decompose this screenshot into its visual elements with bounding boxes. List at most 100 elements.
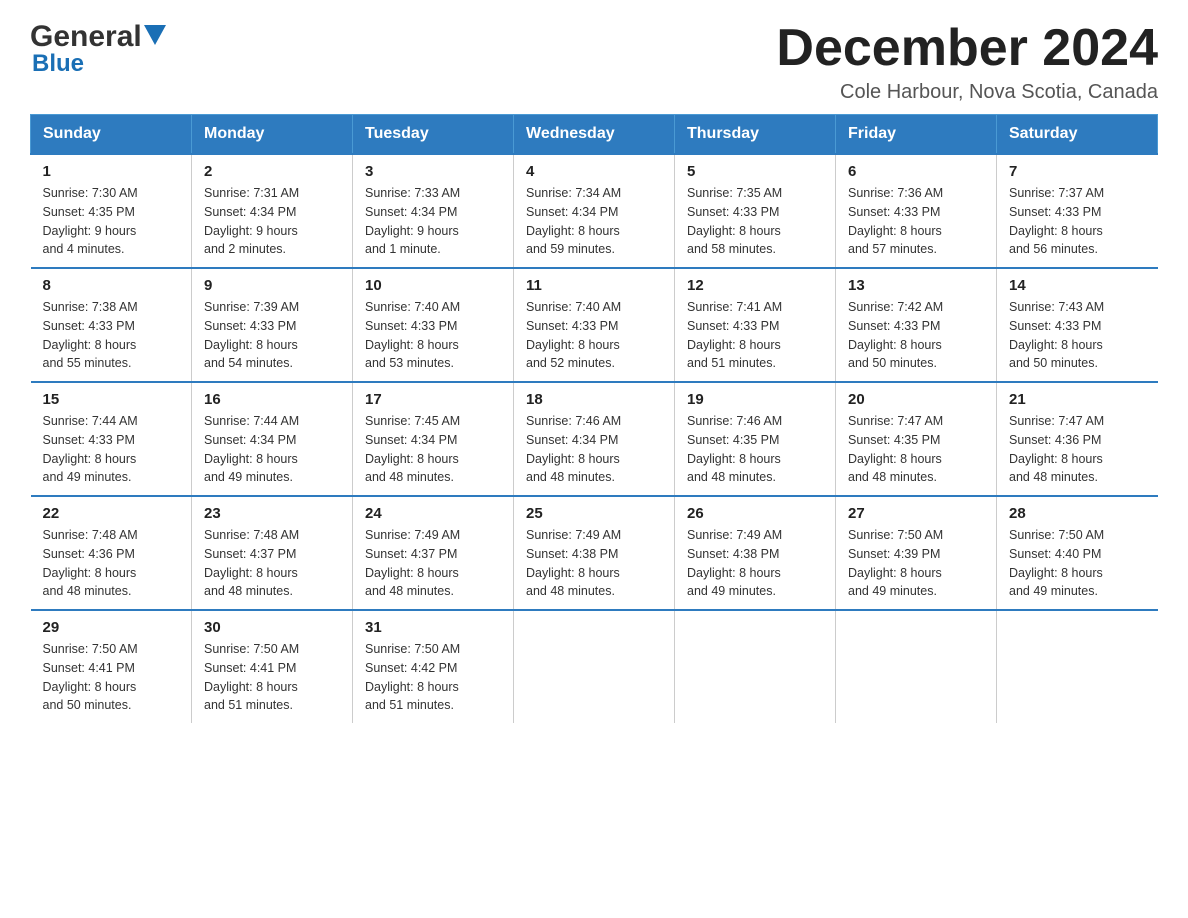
logo-general: General [30, 20, 166, 54]
day-number: 25 [526, 505, 662, 522]
day-number: 21 [1009, 391, 1146, 408]
header-saturday: Saturday [997, 115, 1158, 155]
day-number: 10 [365, 277, 501, 294]
day-info: Sunrise: 7:50 AM Sunset: 4:41 PM Dayligh… [43, 640, 180, 715]
logo-triangle-icon [144, 25, 166, 45]
day-info: Sunrise: 7:33 AM Sunset: 4:34 PM Dayligh… [365, 184, 501, 259]
day-number: 24 [365, 505, 501, 522]
day-info: Sunrise: 7:46 AM Sunset: 4:35 PM Dayligh… [687, 412, 823, 487]
day-info: Sunrise: 7:46 AM Sunset: 4:34 PM Dayligh… [526, 412, 662, 487]
day-info: Sunrise: 7:47 AM Sunset: 4:36 PM Dayligh… [1009, 412, 1146, 487]
day-number: 16 [204, 391, 340, 408]
location-subtitle: Cole Harbour, Nova Scotia, Canada [776, 81, 1158, 104]
day-number: 20 [848, 391, 984, 408]
calendar-cell: 15 Sunrise: 7:44 AM Sunset: 4:33 PM Dayl… [31, 382, 192, 496]
day-number: 22 [43, 505, 180, 522]
day-number: 11 [526, 277, 662, 294]
calendar-cell: 8 Sunrise: 7:38 AM Sunset: 4:33 PM Dayli… [31, 268, 192, 382]
day-info: Sunrise: 7:40 AM Sunset: 4:33 PM Dayligh… [526, 298, 662, 373]
day-number: 28 [1009, 505, 1146, 522]
calendar-week-2: 8 Sunrise: 7:38 AM Sunset: 4:33 PM Dayli… [31, 268, 1158, 382]
calendar-cell: 1 Sunrise: 7:30 AM Sunset: 4:35 PM Dayli… [31, 154, 192, 268]
calendar-week-1: 1 Sunrise: 7:30 AM Sunset: 4:35 PM Dayli… [31, 154, 1158, 268]
calendar-cell [836, 610, 997, 723]
day-number: 29 [43, 619, 180, 636]
day-number: 1 [43, 163, 180, 180]
header-tuesday: Tuesday [353, 115, 514, 155]
day-number: 14 [1009, 277, 1146, 294]
logo: General Blue [30, 20, 166, 78]
day-info: Sunrise: 7:43 AM Sunset: 4:33 PM Dayligh… [1009, 298, 1146, 373]
calendar-cell: 31 Sunrise: 7:50 AM Sunset: 4:42 PM Dayl… [353, 610, 514, 723]
day-info: Sunrise: 7:30 AM Sunset: 4:35 PM Dayligh… [43, 184, 180, 259]
day-number: 31 [365, 619, 501, 636]
day-info: Sunrise: 7:44 AM Sunset: 4:33 PM Dayligh… [43, 412, 180, 487]
month-year-title: December 2024 [776, 20, 1158, 77]
day-info: Sunrise: 7:35 AM Sunset: 4:33 PM Dayligh… [687, 184, 823, 259]
calendar-cell: 21 Sunrise: 7:47 AM Sunset: 4:36 PM Dayl… [997, 382, 1158, 496]
calendar-cell: 17 Sunrise: 7:45 AM Sunset: 4:34 PM Dayl… [353, 382, 514, 496]
calendar-cell: 18 Sunrise: 7:46 AM Sunset: 4:34 PM Dayl… [514, 382, 675, 496]
calendar-cell [997, 610, 1158, 723]
day-number: 19 [687, 391, 823, 408]
page-header: General Blue December 2024 Cole Harbour,… [30, 20, 1158, 104]
calendar-cell: 29 Sunrise: 7:50 AM Sunset: 4:41 PM Dayl… [31, 610, 192, 723]
logo-blue-text: Blue [32, 50, 84, 78]
calendar-cell: 4 Sunrise: 7:34 AM Sunset: 4:34 PM Dayli… [514, 154, 675, 268]
day-info: Sunrise: 7:49 AM Sunset: 4:37 PM Dayligh… [365, 526, 501, 601]
day-number: 15 [43, 391, 180, 408]
day-number: 13 [848, 277, 984, 294]
calendar-cell: 10 Sunrise: 7:40 AM Sunset: 4:33 PM Dayl… [353, 268, 514, 382]
calendar-cell [675, 610, 836, 723]
calendar-table: SundayMondayTuesdayWednesdayThursdayFrid… [30, 114, 1158, 723]
calendar-week-5: 29 Sunrise: 7:50 AM Sunset: 4:41 PM Dayl… [31, 610, 1158, 723]
day-number: 23 [204, 505, 340, 522]
day-info: Sunrise: 7:39 AM Sunset: 4:33 PM Dayligh… [204, 298, 340, 373]
day-number: 17 [365, 391, 501, 408]
day-info: Sunrise: 7:34 AM Sunset: 4:34 PM Dayligh… [526, 184, 662, 259]
day-info: Sunrise: 7:50 AM Sunset: 4:42 PM Dayligh… [365, 640, 501, 715]
day-number: 9 [204, 277, 340, 294]
calendar-week-4: 22 Sunrise: 7:48 AM Sunset: 4:36 PM Dayl… [31, 496, 1158, 610]
day-info: Sunrise: 7:36 AM Sunset: 4:33 PM Dayligh… [848, 184, 984, 259]
calendar-cell: 3 Sunrise: 7:33 AM Sunset: 4:34 PM Dayli… [353, 154, 514, 268]
calendar-cell [514, 610, 675, 723]
calendar-cell: 11 Sunrise: 7:40 AM Sunset: 4:33 PM Dayl… [514, 268, 675, 382]
calendar-cell: 22 Sunrise: 7:48 AM Sunset: 4:36 PM Dayl… [31, 496, 192, 610]
calendar-cell: 26 Sunrise: 7:49 AM Sunset: 4:38 PM Dayl… [675, 496, 836, 610]
calendar-cell: 24 Sunrise: 7:49 AM Sunset: 4:37 PM Dayl… [353, 496, 514, 610]
day-info: Sunrise: 7:50 AM Sunset: 4:39 PM Dayligh… [848, 526, 984, 601]
calendar-cell: 5 Sunrise: 7:35 AM Sunset: 4:33 PM Dayli… [675, 154, 836, 268]
calendar-cell: 9 Sunrise: 7:39 AM Sunset: 4:33 PM Dayli… [192, 268, 353, 382]
header-sunday: Sunday [31, 115, 192, 155]
day-info: Sunrise: 7:47 AM Sunset: 4:35 PM Dayligh… [848, 412, 984, 487]
calendar-cell: 27 Sunrise: 7:50 AM Sunset: 4:39 PM Dayl… [836, 496, 997, 610]
calendar-cell: 13 Sunrise: 7:42 AM Sunset: 4:33 PM Dayl… [836, 268, 997, 382]
calendar-week-3: 15 Sunrise: 7:44 AM Sunset: 4:33 PM Dayl… [31, 382, 1158, 496]
title-section: December 2024 Cole Harbour, Nova Scotia,… [776, 20, 1158, 104]
day-number: 6 [848, 163, 984, 180]
day-number: 2 [204, 163, 340, 180]
day-number: 12 [687, 277, 823, 294]
day-info: Sunrise: 7:41 AM Sunset: 4:33 PM Dayligh… [687, 298, 823, 373]
header-wednesday: Wednesday [514, 115, 675, 155]
day-number: 4 [526, 163, 662, 180]
day-info: Sunrise: 7:38 AM Sunset: 4:33 PM Dayligh… [43, 298, 180, 373]
day-info: Sunrise: 7:48 AM Sunset: 4:36 PM Dayligh… [43, 526, 180, 601]
day-number: 18 [526, 391, 662, 408]
calendar-cell: 30 Sunrise: 7:50 AM Sunset: 4:41 PM Dayl… [192, 610, 353, 723]
day-number: 8 [43, 277, 180, 294]
calendar-cell: 2 Sunrise: 7:31 AM Sunset: 4:34 PM Dayli… [192, 154, 353, 268]
day-number: 26 [687, 505, 823, 522]
day-info: Sunrise: 7:42 AM Sunset: 4:33 PM Dayligh… [848, 298, 984, 373]
day-info: Sunrise: 7:45 AM Sunset: 4:34 PM Dayligh… [365, 412, 501, 487]
calendar-cell: 25 Sunrise: 7:49 AM Sunset: 4:38 PM Dayl… [514, 496, 675, 610]
day-info: Sunrise: 7:49 AM Sunset: 4:38 PM Dayligh… [687, 526, 823, 601]
day-number: 3 [365, 163, 501, 180]
day-info: Sunrise: 7:48 AM Sunset: 4:37 PM Dayligh… [204, 526, 340, 601]
calendar-cell: 19 Sunrise: 7:46 AM Sunset: 4:35 PM Dayl… [675, 382, 836, 496]
day-info: Sunrise: 7:49 AM Sunset: 4:38 PM Dayligh… [526, 526, 662, 601]
calendar-cell: 6 Sunrise: 7:36 AM Sunset: 4:33 PM Dayli… [836, 154, 997, 268]
day-number: 27 [848, 505, 984, 522]
calendar-cell: 20 Sunrise: 7:47 AM Sunset: 4:35 PM Dayl… [836, 382, 997, 496]
